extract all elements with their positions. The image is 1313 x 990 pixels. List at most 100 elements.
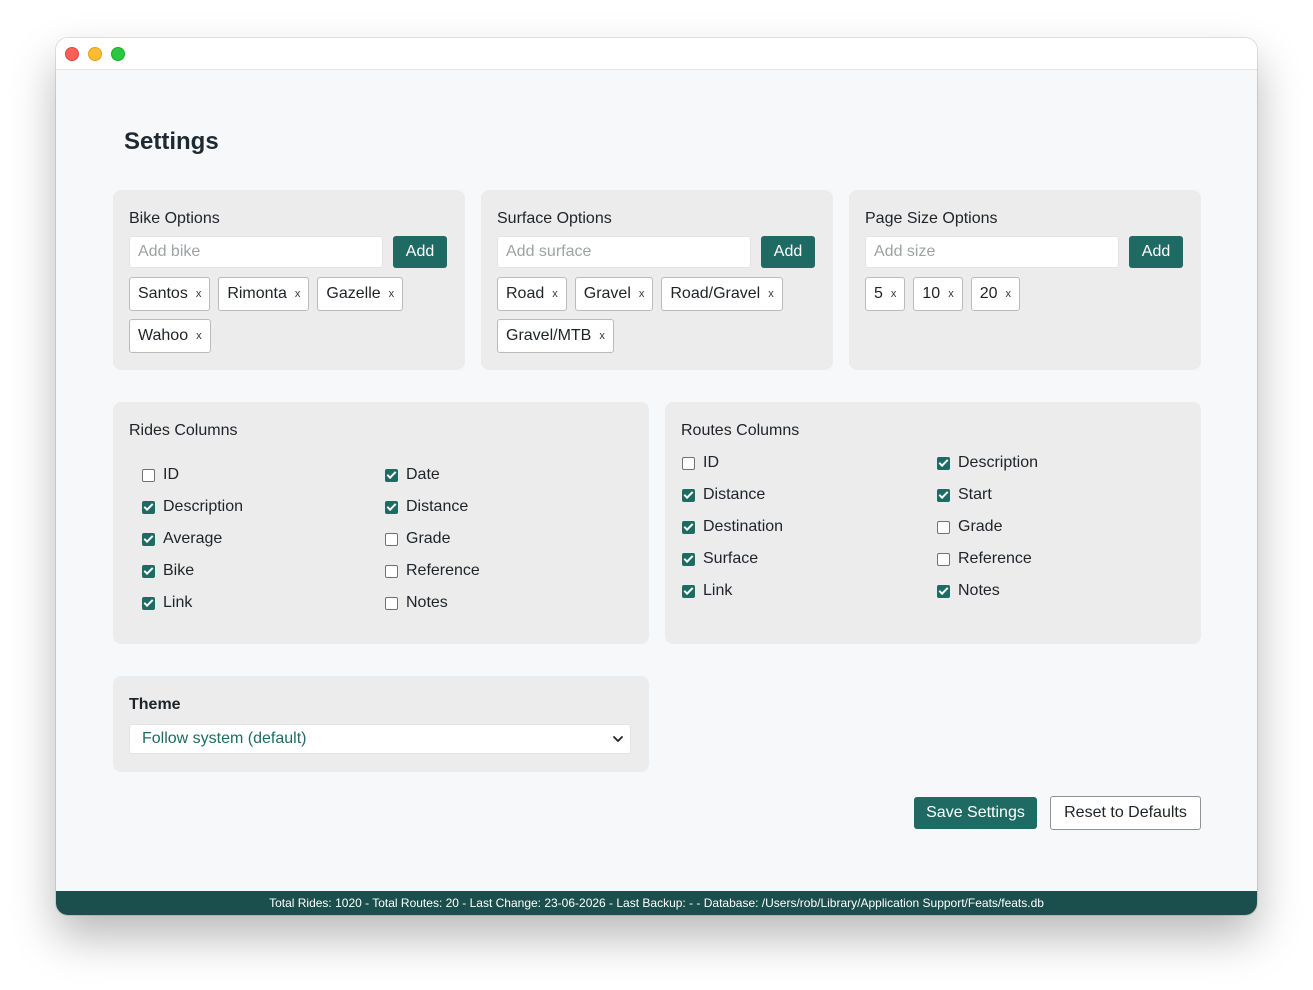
checkbox-checked[interactable] [142,564,155,578]
tag-chip: Gravel/MTB x [497,319,614,353]
checkbox-unchecked[interactable] [682,456,695,470]
rides-column-option[interactable]: Description [142,496,385,518]
checkbox-checked[interactable] [682,488,695,502]
tag-chip: Road/Gravel x [661,277,783,311]
rides-column-option[interactable]: Bike [142,560,385,582]
column-option-label: Grade [958,518,1003,535]
zoom-window-button[interactable] [111,47,125,61]
rides-column-option[interactable]: Link [142,592,385,614]
column-option-label: Date [406,466,440,483]
add-surface-button[interactable]: Add [761,236,815,268]
checkbox-unchecked[interactable] [385,564,398,578]
routes-column-option[interactable]: Description [937,452,1180,474]
routes-column-option[interactable]: Start [937,484,1180,506]
tag-chip: Santos x [129,277,211,311]
column-option-label: Description [958,454,1039,471]
page-title: Settings [124,128,219,155]
checkbox-checked[interactable] [142,596,155,610]
tag-chip: 5x [865,277,906,311]
checkbox-checked[interactable] [142,500,155,514]
tag-chip: Gravel x [574,277,654,311]
remove-tag-button[interactable]: x [891,288,897,300]
checkbox-unchecked[interactable] [937,520,950,534]
status-text: Total Rides: 1020 - Total Routes: 20 - L… [269,896,1044,910]
remove-tag-button[interactable]: x [389,288,395,300]
column-option-label: Start [958,486,992,503]
checkbox-checked[interactable] [385,468,398,482]
rides-column-option[interactable]: Reference [385,560,628,582]
close-window-button[interactable] [65,47,79,61]
routes-column-option[interactable]: Notes [937,580,1180,602]
rides-column-option[interactable]: Notes [385,592,628,614]
checkbox-checked[interactable] [937,456,950,470]
checkbox-checked[interactable] [682,520,695,534]
checkbox-unchecked[interactable] [385,532,398,546]
routes-column-option[interactable]: Grade [937,516,1180,538]
rides-column-option[interactable]: Date [385,464,628,486]
remove-tag-button[interactable]: x [1006,288,1012,300]
checkbox-checked[interactable] [682,552,695,566]
add-size-button[interactable]: Add [1129,236,1183,268]
column-option-label: Link [703,582,733,599]
tag-label: Wahoo [138,327,189,344]
routes-column-option[interactable]: Surface [682,548,937,570]
theme-selected-value: Follow system (default) [142,730,307,747]
column-option-label: Link [163,594,193,611]
save-settings-button[interactable]: Save Settings [914,797,1037,829]
add-bike-input[interactable] [129,236,383,268]
remove-tag-button[interactable]: x [295,288,301,300]
routes-column-option[interactable]: Distance [682,484,937,506]
checkbox-checked[interactable] [385,500,398,514]
remove-tag-button[interactable]: x [552,288,558,300]
tag-label: 10 [922,285,941,302]
checkbox-checked[interactable] [937,584,950,598]
remove-tag-button[interactable]: x [948,288,954,300]
app-window: Settings Bike Options Add SantosxRimonta… [56,38,1257,915]
column-option-label: Average [163,530,223,547]
column-option-label: ID [163,466,179,483]
add-bike-button[interactable]: Add [393,236,447,268]
bike-options-title: Bike Options [129,210,220,227]
checkbox-unchecked[interactable] [142,468,155,482]
checkbox-unchecked[interactable] [937,552,950,566]
column-option-label: Notes [958,582,1000,599]
remove-tag-button[interactable]: x [639,288,645,300]
rides-column-option[interactable]: Average [142,528,385,550]
surface-options-card: Surface Options Add RoadxGravelxRoad/Gra… [481,190,833,370]
rides-column-option[interactable]: ID [142,464,385,486]
routes-column-option[interactable]: Reference [937,548,1180,570]
rides-columns-card: Rides Columns ID Date Description Distance A… [113,402,649,644]
rides-columns-title: Rides Columns [129,422,238,439]
surface-tags: Road x Gravel x Road/Gravel x Gravel/MTB x [497,277,817,353]
checkbox-checked[interactable] [937,488,950,502]
tag-chip: 10 x [913,277,963,311]
remove-tag-button[interactable]: x [768,288,774,300]
routes-column-option[interactable]: Link [682,580,937,602]
checkbox-unchecked[interactable] [385,596,398,610]
theme-select[interactable]: Follow system (default) [129,724,631,754]
page-size-tags: 5 x 10 x 20 x [865,277,1185,311]
rides-column-option[interactable]: Distance [385,496,628,518]
remove-tag-button[interactable]: x [599,330,605,342]
checkbox-checked[interactable] [142,532,155,546]
column-option-label: Reference [406,562,480,579]
checkbox-checked[interactable] [682,584,695,598]
chevron-down-icon [613,736,623,742]
column-option-label: Surface [703,550,759,567]
title-bar [56,38,1257,70]
add-surface-input[interactable] [497,236,751,268]
minimize-window-button[interactable] [88,47,102,61]
surface-options-title: Surface Options [497,210,612,227]
tag-label: 20 [979,285,998,302]
routes-column-option[interactable]: ID [682,452,937,474]
column-option-label: Reference [958,550,1032,567]
routes-column-option[interactable]: Destination [682,516,937,538]
remove-tag-button[interactable]: x [196,330,202,342]
add-size-input[interactable] [865,236,1119,268]
rides-column-option[interactable]: Grade [385,528,628,550]
remove-tag-button[interactable]: x [196,288,202,300]
column-option-label: ID [703,454,719,471]
reset-defaults-button[interactable]: Reset to Defaults [1050,796,1201,830]
routes-columns-card: Routes Columns ID Description Distance Star… [665,402,1201,644]
column-option-label: Grade [406,530,451,547]
